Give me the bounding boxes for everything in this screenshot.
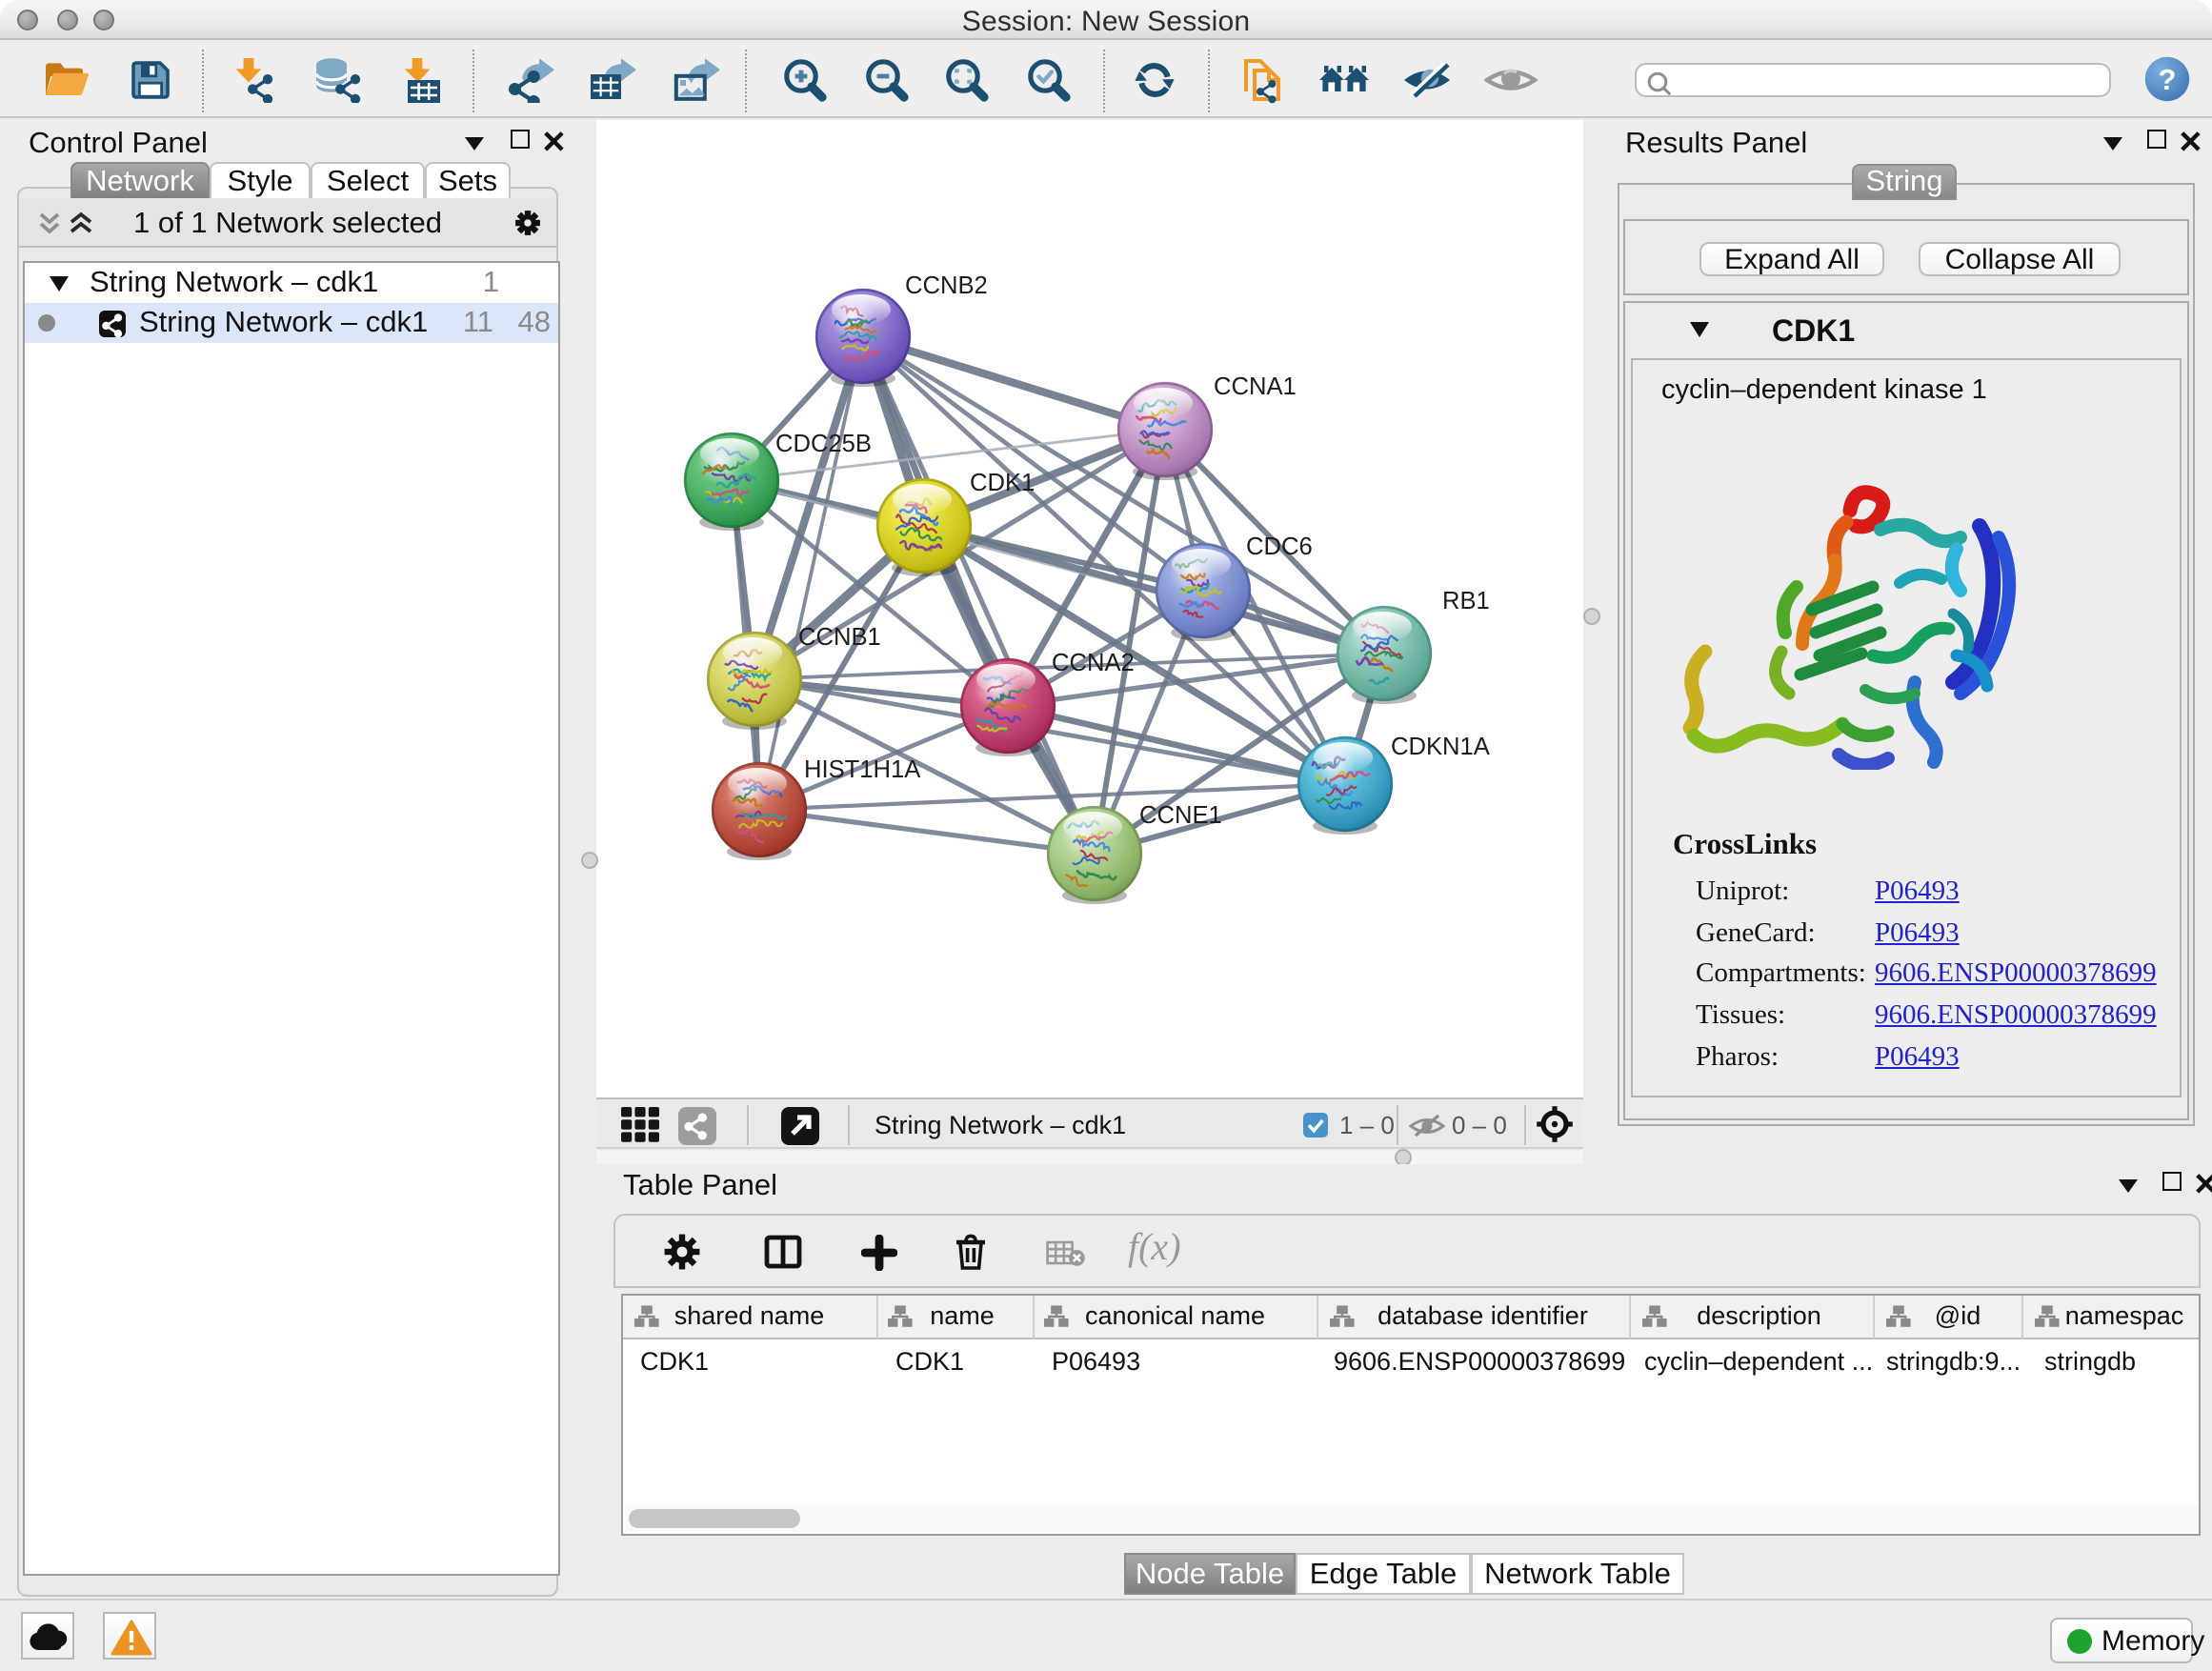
svg-text:CDC6: CDC6 [1246, 534, 1313, 560]
svg-text:RB1: RB1 [1442, 588, 1490, 614]
svg-text:CCNA2: CCNA2 [1052, 650, 1135, 676]
svg-text:?: ? [2159, 63, 2177, 96]
svg-text:CDK1: CDK1 [970, 470, 1035, 496]
svg-text:CCNB2: CCNB2 [905, 272, 988, 299]
svg-text:CDC25B: CDC25B [775, 431, 872, 457]
svg-text:CDKN1A: CDKN1A [1391, 734, 1491, 760]
svg-text:CCNE1: CCNE1 [1139, 802, 1222, 829]
svg-text:HIST1H1A: HIST1H1A [804, 756, 921, 783]
svg-text:CCNA1: CCNA1 [1214, 373, 1297, 400]
svg-text:CCNB1: CCNB1 [798, 624, 881, 651]
